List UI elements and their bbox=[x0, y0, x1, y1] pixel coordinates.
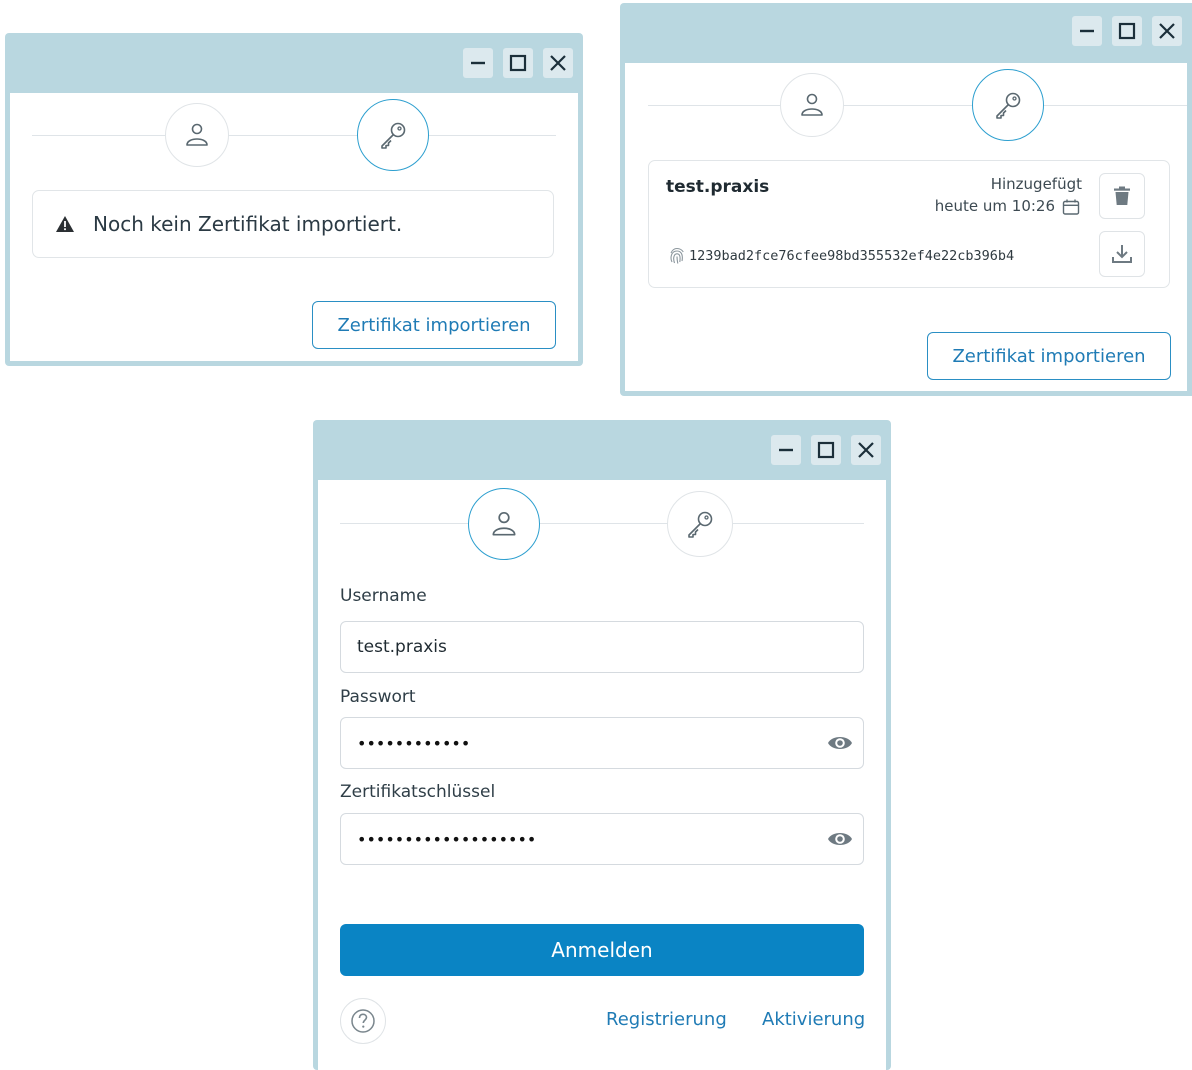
maximize-button[interactable] bbox=[811, 435, 841, 465]
close-icon bbox=[1159, 23, 1175, 39]
minimize-icon bbox=[779, 448, 793, 452]
close-button[interactable] bbox=[543, 48, 573, 78]
window-certificate: test.praxis Hinzugefügt heute um 10:26 1… bbox=[620, 3, 1192, 396]
close-icon bbox=[858, 442, 874, 458]
maximize-button[interactable] bbox=[503, 48, 533, 78]
maximize-icon bbox=[509, 54, 527, 72]
window-titlebar[interactable] bbox=[620, 3, 1192, 63]
close-button[interactable] bbox=[851, 435, 881, 465]
step-certificate[interactable] bbox=[667, 491, 733, 557]
maximize-icon bbox=[1118, 22, 1136, 40]
window-content: Noch kein Zertifikat importiert. Zertifi… bbox=[10, 93, 578, 361]
stepper-line bbox=[340, 523, 864, 524]
password-input[interactable]: •••••••••••• bbox=[340, 717, 864, 769]
trash-icon bbox=[1114, 186, 1130, 205]
key-icon bbox=[688, 511, 713, 538]
certificate-name: test.praxis bbox=[666, 177, 770, 197]
empty-message: Noch kein Zertifikat importiert. bbox=[93, 212, 403, 236]
password-value: •••••••••••• bbox=[357, 733, 471, 753]
step-certificate[interactable] bbox=[972, 69, 1044, 141]
delete-certificate-button[interactable] bbox=[1099, 173, 1145, 219]
warning-triangle-icon bbox=[56, 216, 74, 232]
window-login: Username test.praxis Passwort ••••••••••… bbox=[313, 420, 891, 1070]
window-titlebar[interactable] bbox=[5, 33, 583, 93]
username-input[interactable]: test.praxis bbox=[340, 621, 864, 673]
empty-state-card: Noch kein Zertifikat importiert. bbox=[32, 190, 554, 258]
certificate-fingerprint: 1239bad2fce76cfee98bd355532ef4e22cb396b4 bbox=[689, 248, 1015, 264]
key-icon bbox=[996, 92, 1021, 119]
key-icon bbox=[381, 122, 406, 149]
username-value: test.praxis bbox=[357, 637, 447, 657]
user-icon bbox=[801, 93, 823, 116]
certificate-key-label: Zertifikatschlüssel bbox=[340, 782, 496, 802]
login-button[interactable]: Anmelden bbox=[340, 924, 864, 976]
window-no-certificate: Noch kein Zertifikat importiert. Zertifi… bbox=[5, 33, 583, 366]
minimize-button[interactable] bbox=[1072, 16, 1102, 46]
user-icon bbox=[186, 123, 208, 146]
password-label: Passwort bbox=[340, 687, 416, 707]
fingerprint-icon bbox=[670, 247, 684, 264]
import-certificate-button[interactable]: Zertifikat importieren bbox=[927, 332, 1171, 380]
added-label: Hinzugefügt bbox=[990, 175, 1082, 193]
help-button[interactable] bbox=[340, 998, 386, 1044]
activate-link[interactable]: Aktivierung bbox=[762, 1009, 865, 1030]
download-certificate-button[interactable] bbox=[1099, 231, 1145, 277]
minimize-icon bbox=[1080, 29, 1094, 33]
username-label: Username bbox=[340, 586, 427, 606]
maximize-button[interactable] bbox=[1112, 16, 1142, 46]
question-circle-icon bbox=[351, 1009, 375, 1033]
certificate-key-input[interactable]: ••••••••••••••••••• bbox=[340, 813, 864, 865]
step-user[interactable] bbox=[165, 103, 229, 167]
step-user[interactable] bbox=[780, 73, 844, 137]
import-certificate-button[interactable]: Zertifikat importieren bbox=[312, 301, 556, 349]
maximize-icon bbox=[817, 441, 835, 459]
calendar-icon bbox=[1062, 199, 1080, 215]
certificate-card: test.praxis Hinzugefügt heute um 10:26 1… bbox=[648, 160, 1170, 288]
eye-icon[interactable] bbox=[827, 732, 853, 754]
minimize-button[interactable] bbox=[771, 435, 801, 465]
window-content: Username test.praxis Passwort ••••••••••… bbox=[318, 480, 886, 1070]
step-user[interactable] bbox=[468, 488, 540, 560]
minimize-icon bbox=[471, 61, 485, 65]
certificate-key-value: ••••••••••••••••••• bbox=[357, 829, 537, 849]
window-titlebar[interactable] bbox=[313, 420, 891, 480]
close-icon bbox=[550, 55, 566, 71]
step-certificate[interactable] bbox=[357, 99, 429, 171]
minimize-button[interactable] bbox=[463, 48, 493, 78]
download-icon bbox=[1112, 245, 1132, 263]
added-time: heute um 10:26 bbox=[934, 197, 1055, 215]
register-link[interactable]: Registrierung bbox=[606, 1009, 727, 1030]
eye-icon[interactable] bbox=[827, 828, 853, 850]
close-button[interactable] bbox=[1152, 16, 1182, 46]
window-content: test.praxis Hinzugefügt heute um 10:26 1… bbox=[625, 63, 1187, 391]
stepper-line bbox=[648, 105, 1187, 106]
user-icon bbox=[492, 511, 516, 536]
stepper-line bbox=[32, 135, 556, 136]
